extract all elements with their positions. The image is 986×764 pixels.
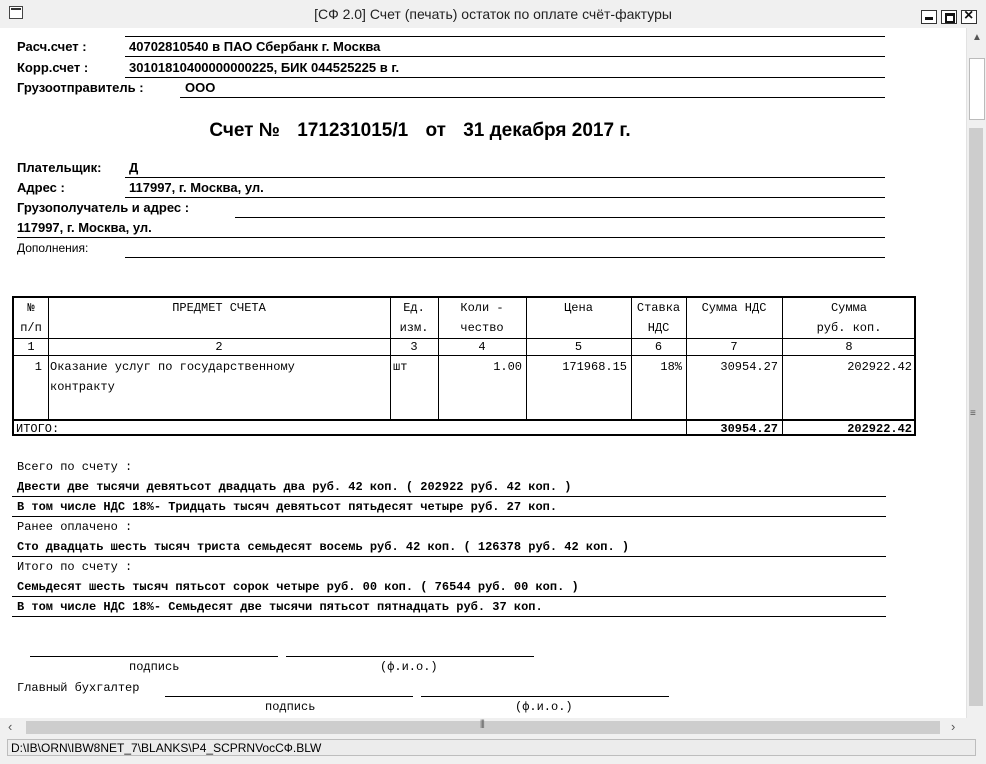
summary-total-label: Всего по счету : xyxy=(17,460,133,474)
row-number: 1 xyxy=(34,360,42,374)
divider xyxy=(125,177,885,178)
payer-label: Плательщик: xyxy=(17,160,102,175)
col-number: 6 xyxy=(654,340,663,354)
col-subject-header: ПРЕДМЕТ СЧЕТА xyxy=(172,301,266,315)
summary-due-vat: В том числе НДС 18%- Семьдесят две тысяч… xyxy=(17,600,543,614)
grip-icon: ⦀ xyxy=(480,719,485,731)
col-number: 2 xyxy=(215,340,223,354)
scroll-left-icon[interactable]: ‹ xyxy=(8,719,12,734)
row-sum: 202922.42 xyxy=(847,360,912,374)
summary-paid-words: Сто двадцать шесть тысяч триста семьдеся… xyxy=(17,540,630,554)
ks-label: Корр.счет : xyxy=(17,60,89,75)
col-num-header: № xyxy=(27,301,35,315)
invoice-table: № п/п ПРЕДМЕТ СЧЕТА Ед. изм. Коли - чест… xyxy=(12,296,916,436)
maximize-button[interactable] xyxy=(941,10,957,24)
summary-total-words: Двести две тысячи девятьсот двадцать два… xyxy=(17,480,572,494)
total-vat: 30954.27 xyxy=(720,422,778,436)
additions-label: Дополнения: xyxy=(17,241,89,255)
signature-label: подпись xyxy=(129,660,180,674)
accountant-signature-label: подпись xyxy=(265,700,316,714)
col-qty-header: Коли - xyxy=(460,301,504,315)
payer-value: Д xyxy=(129,160,139,175)
col-price-header: Цена xyxy=(564,301,593,315)
accountant-name-label: (ф.и.о.) xyxy=(515,700,573,714)
close-button[interactable] xyxy=(961,7,977,25)
divider xyxy=(17,237,885,238)
col-number: 8 xyxy=(845,340,853,354)
row-subject: Оказание услуг по государственному xyxy=(50,360,295,374)
summary-paid-label: Ранее оплачено : xyxy=(17,520,133,534)
row-unit: шт xyxy=(393,360,408,374)
col-sum-header: Сумма xyxy=(830,301,867,315)
col-number: 7 xyxy=(730,340,738,354)
minimize-button[interactable] xyxy=(921,10,937,24)
col-number: 3 xyxy=(410,340,418,354)
divider xyxy=(125,36,885,37)
shipper-value: ООО xyxy=(185,80,216,95)
name-label: (ф.и.о.) xyxy=(380,660,438,674)
invoice-number: 171231015/1 xyxy=(297,120,409,141)
total-sum: 202922.42 xyxy=(847,422,912,436)
col-vat-header: Сумма НДС xyxy=(701,301,767,315)
total-label: ИТОГО: xyxy=(16,422,60,436)
vertical-scrollbar[interactable]: ▲ ≡ xyxy=(966,28,986,718)
file-path: D:\IB\ORN\IBW8NET_7\BLANKS\P4_SCPRNVocСФ… xyxy=(7,739,976,756)
col-number: 4 xyxy=(478,340,486,354)
status-bar: D:\IB\ORN\IBW8NET_7\BLANKS\P4_SCPRNVocСФ… xyxy=(0,737,986,764)
scroll-right-icon[interactable]: › xyxy=(951,719,955,734)
col-number: 5 xyxy=(574,340,583,354)
horizontal-scrollbar[interactable]: ‹ ⦀ › xyxy=(0,718,966,737)
col-num-header-2: п/п xyxy=(20,321,42,335)
summary-due-label: Итого по счету : xyxy=(17,560,133,574)
col-sum-header-2: руб. коп. xyxy=(816,321,882,335)
address-label: Адрес : xyxy=(17,180,65,195)
divider xyxy=(235,217,885,218)
col-unit-header: Ед. xyxy=(403,301,425,315)
window-title: [СФ 2.0] Счет (печать) остаток по оплате… xyxy=(314,6,672,22)
scroll-thumb[interactable] xyxy=(969,58,985,120)
divider xyxy=(125,56,885,57)
consignee-address: 117997, г. Москва, ул. xyxy=(17,220,152,235)
title-bar: [СФ 2.0] Счет (печать) остаток по оплате… xyxy=(0,0,986,29)
ks-value: 30101810400000000225, БИК 044525225 в г. xyxy=(129,60,400,75)
accountant-label: Главный бухгалтер xyxy=(17,681,140,695)
grip-icon: ≡ xyxy=(970,408,976,419)
consignee-label: Грузополучатель и адрес : xyxy=(17,200,190,215)
col-rate-header: Ставка xyxy=(636,301,681,315)
invoice-from: от xyxy=(425,120,446,141)
row-vat: 30954.27 xyxy=(720,360,778,374)
summary-due-words: Семьдесят шесть тысяч пятьсот сорок четы… xyxy=(17,580,579,594)
divider xyxy=(125,257,885,258)
divider xyxy=(125,197,885,198)
col-number: 1 xyxy=(27,340,35,354)
document-view: Расч.счет : 40702810540 в ПАО Сбербанк г… xyxy=(0,28,966,718)
row-qty: 1.00 xyxy=(493,360,522,374)
rs-value: 40702810540 в ПАО Сбербанк г. Москва xyxy=(129,39,381,54)
row-price: 171968.15 xyxy=(562,360,627,374)
col-unit-header-2: изм. xyxy=(399,321,429,335)
row-rate: 18% xyxy=(660,360,682,374)
row-subject-2: контракту xyxy=(50,380,115,394)
invoice-prefix: Счет № xyxy=(209,120,280,141)
address-value: 117997, г. Москва, ул. xyxy=(129,180,264,195)
scroll-up-icon[interactable]: ▲ xyxy=(972,32,982,43)
rs-label: Расч.счет : xyxy=(17,39,87,54)
invoice-heading: Счет № 171231015/1 от 31 декабря 2017 г. xyxy=(0,120,840,142)
col-qty-header-2: чество xyxy=(460,321,504,335)
summary-total-vat: В том числе НДС 18%- Тридцать тысяч девя… xyxy=(17,500,558,514)
divider xyxy=(180,97,885,98)
divider xyxy=(125,77,885,78)
col-rate-header-2: НДС xyxy=(647,321,670,335)
invoice-date: 31 декабря 2017 г. xyxy=(463,120,631,141)
shipper-label: Грузоотправитель : xyxy=(17,80,144,95)
